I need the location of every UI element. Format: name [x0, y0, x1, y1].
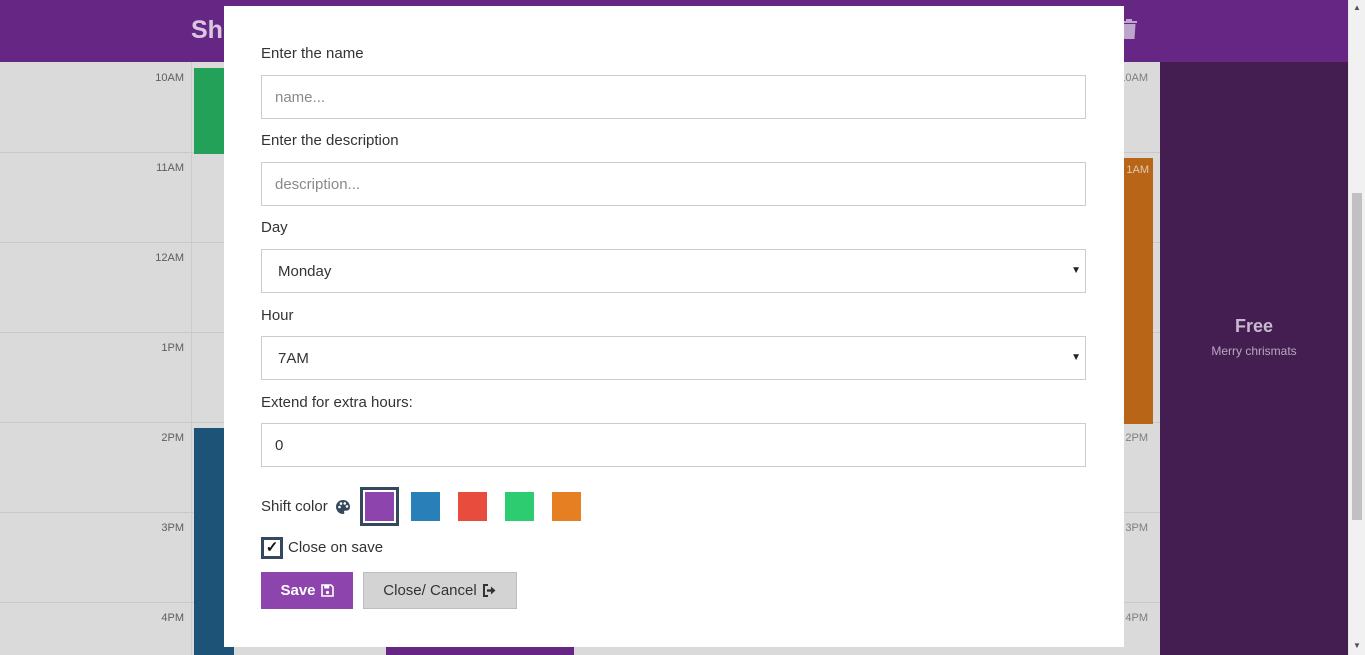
color-swatch-green[interactable]: [505, 492, 534, 521]
description-input[interactable]: [261, 162, 1086, 206]
color-swatch-purple[interactable]: [360, 487, 399, 526]
sign-out-icon: [482, 584, 496, 597]
extra-hours-label: Extend for extra hours:: [261, 394, 413, 411]
hour-select[interactable]: 7AM ▼: [261, 336, 1086, 380]
palette-icon: [335, 500, 350, 515]
day-select-value: Monday: [278, 262, 332, 280]
color-swatch-orange[interactable]: [552, 492, 581, 521]
day-label: Day: [261, 219, 288, 236]
day-select[interactable]: Monday ▼: [261, 249, 1086, 293]
shift-color-text: Shift color: [261, 498, 328, 515]
chevron-down-icon: ▼: [1071, 265, 1081, 276]
check-icon: ✓: [265, 539, 279, 556]
description-label: Enter the description: [261, 132, 399, 149]
close-on-save-label[interactable]: Close on save: [288, 539, 383, 556]
shift-color-label: Shift color: [261, 498, 351, 515]
name-label: Enter the name: [261, 45, 364, 62]
save-button-label: Save: [280, 582, 316, 599]
save-button[interactable]: Save: [261, 572, 353, 609]
extra-hours-input[interactable]: [261, 423, 1086, 467]
chevron-down-icon: ▼: [1071, 352, 1081, 363]
hour-label: Hour: [261, 307, 294, 324]
scroll-up-icon[interactable]: ▲: [1353, 3, 1361, 12]
hour-select-value: 7AM: [278, 349, 309, 367]
scroll-down-icon[interactable]: ▼: [1353, 641, 1361, 650]
save-icon: [320, 584, 334, 597]
close-on-save-checkbox[interactable]: ✓: [261, 537, 283, 559]
color-swatch-blue[interactable]: [411, 492, 440, 521]
shift-modal: Enter the name Enter the description Day…: [224, 6, 1124, 647]
close-cancel-button[interactable]: Close/ Cancel: [363, 572, 517, 609]
name-input[interactable]: [261, 75, 1086, 119]
page-scrollbar[interactable]: ▲ ▼: [1348, 0, 1365, 655]
scrollbar-thumb[interactable]: [1352, 193, 1362, 520]
color-swatch-red[interactable]: [458, 492, 487, 521]
cancel-button-label: Close/ Cancel: [383, 582, 477, 599]
